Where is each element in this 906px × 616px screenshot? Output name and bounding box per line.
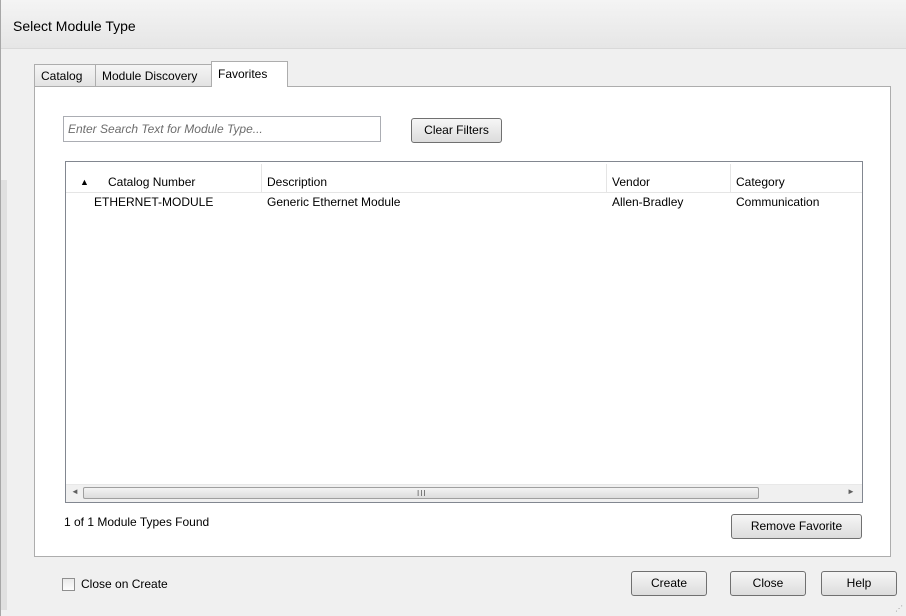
column-separator[interactable] [261,164,262,192]
horizontal-scrollbar[interactable]: ◄ III ► [66,484,862,502]
column-header-catalog-number[interactable]: Catalog Number [104,172,195,192]
tab-favorites-label: Favorites [218,67,268,81]
create-button[interactable]: Create [631,571,707,596]
column-separator[interactable] [606,164,607,192]
column-header-category[interactable]: Category [732,172,785,192]
window-title: Select Module Type [13,18,136,34]
close-button[interactable]: Close [730,571,806,596]
module-search-input[interactable] [63,116,381,142]
scroll-right-icon[interactable]: ► [847,487,855,496]
tab-module-discovery[interactable]: Module Discovery [95,64,212,86]
module-list-grid[interactable]: ▲ Catalog Number Description Vendor Cate… [65,161,863,503]
column-header-vendor[interactable]: Vendor [608,172,650,192]
clear-filters-button[interactable]: Clear Filters [411,118,502,143]
tab-catalog[interactable]: Catalog [34,64,96,86]
left-frame-edge [1,180,7,610]
help-button[interactable]: Help [821,571,897,596]
title-bar[interactable]: Select Module Type [1,0,906,49]
column-header-description[interactable]: Description [263,172,327,192]
tab-favorites[interactable]: Favorites [211,61,288,87]
resize-grip-icon[interactable]: ⋰ [895,604,903,613]
close-on-create-option[interactable]: Close on Create [62,576,168,592]
cell-catalog-number: ETHERNET-MODULE [94,195,214,209]
scrollbar-grip-icon: III [417,489,427,498]
close-on-create-checkbox[interactable] [62,577,75,591]
grid-header: ▲ Catalog Number Description Vendor Cate… [66,162,862,193]
sort-ascending-icon[interactable]: ▲ [76,172,89,192]
cell-vendor: Allen-Bradley [612,195,684,209]
table-row[interactable]: ETHERNET-MODULE Generic Ethernet Module … [66,193,862,213]
column-separator[interactable] [730,164,731,192]
scroll-left-icon[interactable]: ◄ [71,487,79,496]
cell-description: Generic Ethernet Module [267,195,401,209]
dialog-window: Select Module Type Catalog Module Discov… [0,0,906,616]
tab-module-discovery-label: Module Discovery [102,69,198,83]
scrollbar-thumb[interactable]: III [83,487,759,499]
close-on-create-label: Close on Create [81,577,168,591]
module-count-status: 1 of 1 Module Types Found [64,515,210,529]
tab-catalog-label: Catalog [41,69,83,83]
cell-category: Communication [736,195,820,209]
remove-favorite-button[interactable]: Remove Favorite [731,514,862,539]
